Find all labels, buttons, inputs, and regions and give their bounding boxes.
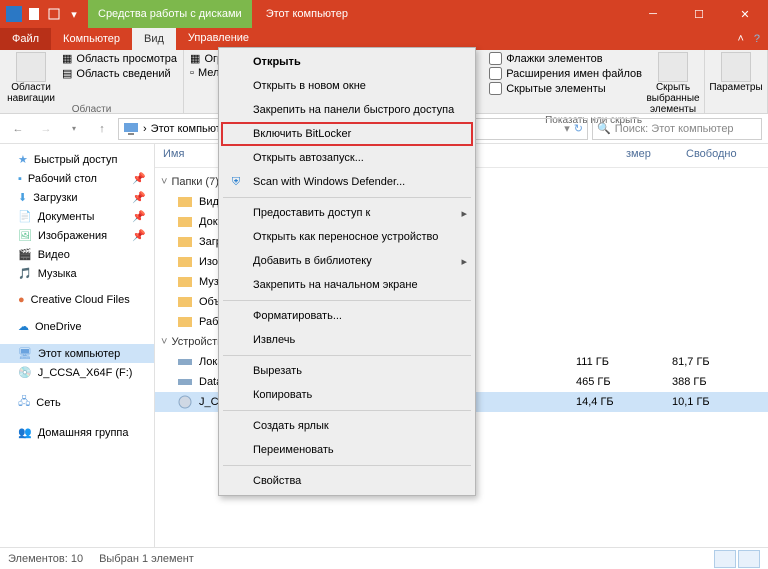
ctx-open-autoplay[interactable]: Открыть автозапуск...: [221, 146, 473, 170]
folder-icon: [177, 214, 193, 230]
pc-icon: [123, 121, 139, 137]
ribbon-collapse-icon[interactable]: ˄: [737, 33, 743, 45]
app-icon: [6, 6, 22, 22]
thumbnails-view-button[interactable]: [738, 550, 760, 568]
nav-music[interactable]: 🎵Музыка: [0, 264, 154, 283]
nav-jccsa-drive[interactable]: 💿J_CCSA_X64F (F:): [0, 363, 154, 382]
nav-pictures[interactable]: 🖼Изображения📌: [0, 226, 154, 245]
hidden-items-toggle[interactable]: Скрытые элементы: [489, 82, 642, 95]
col-free[interactable]: Свободно: [678, 144, 768, 167]
contextual-tab-drive-tools: Средства работы с дисками: [88, 0, 252, 28]
folder-icon: [177, 294, 193, 310]
ctx-properties[interactable]: Свойства: [221, 469, 473, 493]
ctx-open-portable[interactable]: Открыть как переносное устройство: [221, 225, 473, 249]
qat-dropdown-icon[interactable]: ▾: [66, 6, 82, 22]
up-button[interactable]: ↑: [90, 117, 114, 141]
submenu-arrow-icon: ▸: [461, 255, 467, 268]
nav-desktop[interactable]: ▪Рабочий стол📌: [0, 169, 154, 188]
nav-this-pc[interactable]: 🖥Этот компьютер: [0, 344, 154, 363]
ctx-open-new-window[interactable]: Открыть в новом окне: [221, 74, 473, 98]
col-size[interactable]: змер: [618, 144, 678, 167]
ctx-create-shortcut[interactable]: Создать ярлык: [221, 414, 473, 438]
ctx-add-to-library[interactable]: Добавить в библиотеку▸: [221, 249, 473, 273]
options-button[interactable]: Параметры: [711, 52, 761, 100]
nav-onedrive[interactable]: ☁OneDrive: [0, 317, 154, 336]
qat-new-icon[interactable]: [46, 6, 62, 22]
submenu-arrow-icon: ▸: [461, 207, 467, 220]
ctx-give-access[interactable]: Предоставить доступ к▸: [221, 201, 473, 225]
nav-downloads[interactable]: ⬇Загрузки📌: [0, 188, 154, 207]
hide-selected-icon: [658, 52, 688, 82]
search-input[interactable]: 🔍 Поиск: Этот компьютер: [592, 118, 762, 140]
qat-properties-icon[interactable]: [26, 6, 42, 22]
search-icon: 🔍: [597, 122, 611, 135]
dvd-drive-icon: [177, 394, 193, 410]
help-icon[interactable]: ?: [754, 33, 760, 45]
minimize-button[interactable]: ─: [630, 0, 676, 28]
ctx-rename[interactable]: Переименовать: [221, 438, 473, 462]
ctx-copy[interactable]: Копировать: [221, 383, 473, 407]
system-buttons: ─ ☐ ✕: [630, 0, 768, 28]
ctx-enable-bitlocker[interactable]: Включить BitLocker: [221, 122, 473, 146]
nav-documents[interactable]: 📄Документы📌: [0, 207, 154, 226]
ctx-extract[interactable]: Извлечь: [221, 328, 473, 352]
folder-icon: [177, 194, 193, 210]
title-bar: ▾ Средства работы с дисками Этот компьют…: [0, 0, 768, 28]
maximize-button[interactable]: ☐: [676, 0, 722, 28]
ctx-format[interactable]: Форматировать...: [221, 304, 473, 328]
quick-access-toolbar: ▾: [0, 6, 88, 22]
drive-icon: [177, 354, 193, 370]
ctx-pin-start[interactable]: Закрепить на начальном экране: [221, 273, 473, 297]
drive-icon: [177, 374, 193, 390]
status-bar: Элементов: 10 Выбран 1 элемент: [0, 547, 768, 569]
nav-panes-button[interactable]: Области навигации: [6, 52, 56, 104]
details-pane-toggle[interactable]: ▤Область сведений: [62, 67, 177, 80]
options-icon: [721, 52, 751, 82]
folder-icon: [177, 274, 193, 290]
nav-quick-access[interactable]: ★Быстрый доступ: [0, 150, 154, 169]
details-view-button[interactable]: [714, 550, 736, 568]
tab-file[interactable]: Файл: [0, 28, 51, 50]
tab-view[interactable]: Вид: [132, 28, 176, 50]
folder-icon: [177, 314, 193, 330]
back-button[interactable]: ←: [6, 117, 30, 141]
status-selection: Выбран 1 элемент: [99, 553, 194, 565]
filename-ext-toggle[interactable]: Расширения имен файлов: [489, 67, 642, 80]
item-checkboxes-toggle[interactable]: Флажки элементов: [489, 52, 642, 65]
recent-button[interactable]: ▾: [62, 117, 86, 141]
nav-panes-icon: [16, 52, 46, 82]
context-menu: Открыть Открыть в новом окне Закрепить н…: [218, 47, 476, 496]
close-button[interactable]: ✕: [722, 0, 768, 28]
folder-icon: [177, 254, 193, 270]
preview-pane-toggle[interactable]: ▦Область просмотра: [62, 52, 177, 65]
defender-icon: ⛨: [227, 174, 245, 190]
forward-button[interactable]: →: [34, 117, 58, 141]
ribbon-group-areas-label: Области: [6, 104, 177, 117]
tab-computer[interactable]: Компьютер: [51, 28, 132, 50]
nav-creative-cloud[interactable]: ●Creative Cloud Files: [0, 291, 154, 309]
navigation-pane: ★Быстрый доступ ▪Рабочий стол📌 ⬇Загрузки…: [0, 144, 155, 547]
folder-icon: [177, 234, 193, 250]
nav-network[interactable]: 🖧Сеть: [0, 390, 154, 415]
ctx-pin-quick-access[interactable]: Закрепить на панели быстрого доступа: [221, 98, 473, 122]
hide-selected-button[interactable]: Скрыть выбранные элементы: [648, 52, 698, 115]
status-item-count: Элементов: 10: [8, 553, 83, 565]
ctx-cut[interactable]: Вырезать: [221, 359, 473, 383]
nav-videos[interactable]: 🎬Видео: [0, 245, 154, 264]
ctx-scan-defender[interactable]: ⛨Scan with Windows Defender...: [221, 170, 473, 194]
refresh-icon[interactable]: ↻: [574, 122, 583, 135]
nav-homegroup[interactable]: 👥Домашняя группа: [0, 423, 154, 442]
ctx-open[interactable]: Открыть: [221, 50, 473, 74]
window-title: Этот компьютер: [252, 8, 348, 20]
